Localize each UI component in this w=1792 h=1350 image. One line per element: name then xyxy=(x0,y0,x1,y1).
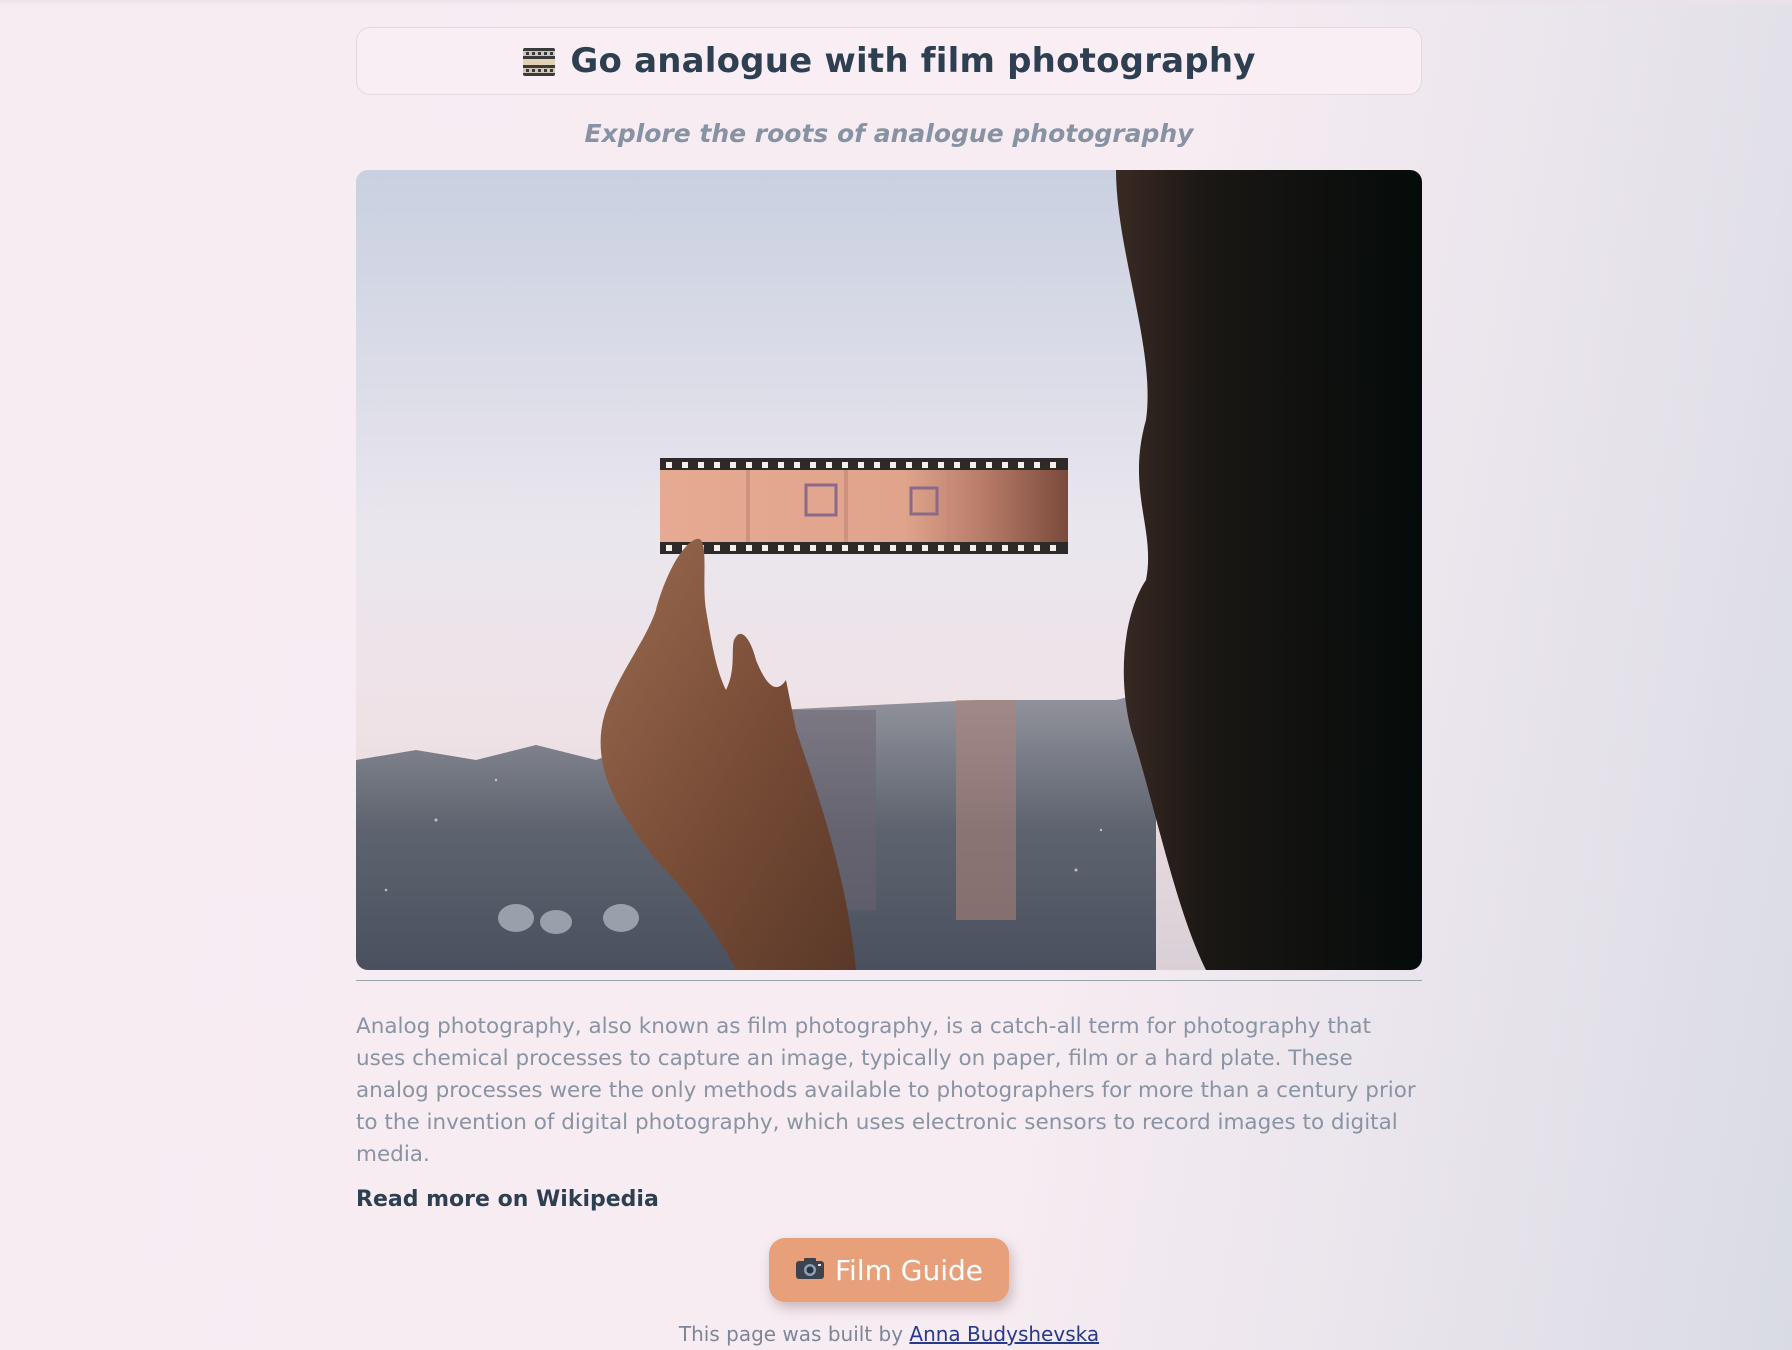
film-frames-icon xyxy=(522,46,556,76)
title-card: Go analogue with film photography xyxy=(356,27,1422,95)
page-title-text: Go analogue with film photography xyxy=(570,41,1256,81)
footer-prefix: This page was built by xyxy=(678,1322,910,1346)
film-guide-button[interactable]: Film Guide xyxy=(768,1238,1010,1302)
divider xyxy=(356,980,1422,981)
article-body: Analog photography, also known as film p… xyxy=(356,1014,1416,1167)
top-strip xyxy=(0,0,1792,6)
film-guide-label: Film Guide xyxy=(834,1253,984,1287)
page-container: Go analogue with film photography Explor… xyxy=(356,27,1422,1346)
page-subtitle: Explore the roots of analogue photograph… xyxy=(584,119,1194,148)
cta-wrapper: Film Guide xyxy=(356,1238,1422,1302)
page-title: Go analogue with film photography xyxy=(522,41,1255,81)
footer: This page was built by Anna Budyshevska xyxy=(356,1322,1422,1346)
hero-image xyxy=(356,170,1422,970)
author-link[interactable]: Anna Budyshevska xyxy=(909,1322,1099,1346)
camera-icon xyxy=(795,1254,825,1287)
wikipedia-link[interactable]: Read more on Wikipedia xyxy=(356,1187,659,1212)
